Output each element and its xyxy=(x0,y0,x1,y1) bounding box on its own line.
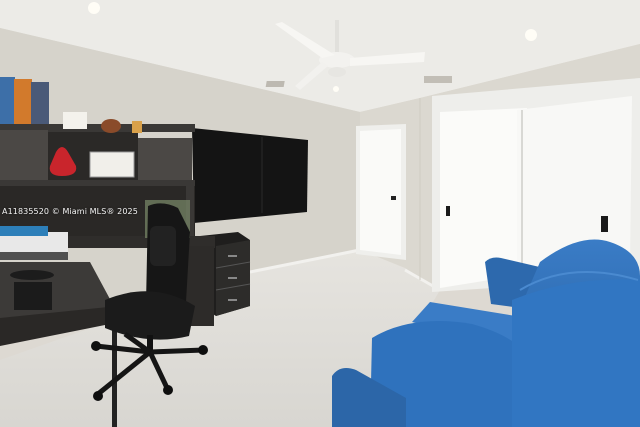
recessed-light xyxy=(525,29,537,41)
recessed-light xyxy=(333,86,339,92)
wall-tv xyxy=(192,128,308,223)
ac-vent xyxy=(424,76,452,83)
interior-door xyxy=(356,124,406,260)
room-photo: A11835520 © Miami MLS® 2025 xyxy=(0,0,640,427)
ac-vent xyxy=(265,81,285,87)
recessed-light xyxy=(88,2,100,14)
listing-watermark: A11835520 © Miami MLS® 2025 xyxy=(2,207,138,216)
